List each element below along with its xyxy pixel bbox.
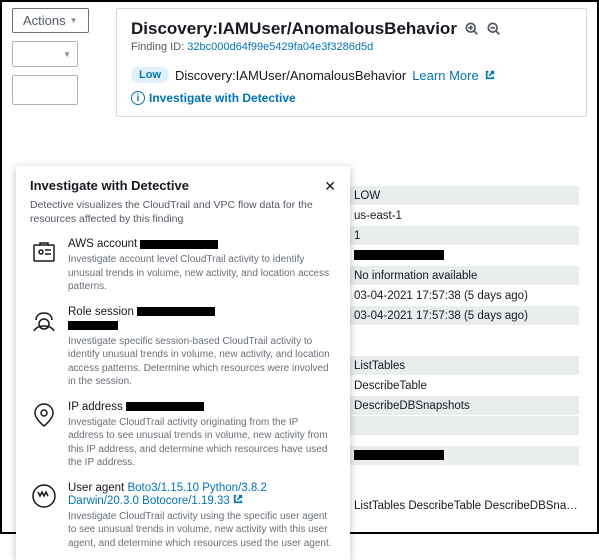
redacted-value <box>140 240 218 249</box>
popover-title: Investigate with Detective <box>30 178 189 193</box>
popover-item[interactable]: Role session Investigate specific sessio… <box>30 306 336 389</box>
finding-panel: Discovery:IAMUser/AnomalousBehavior Find… <box>116 8 587 117</box>
popover-item-icon <box>30 401 58 429</box>
filter-input[interactable] <box>12 75 78 105</box>
close-icon[interactable]: ✕ <box>324 178 336 195</box>
popover-item[interactable]: AWS account Investigate account level Cl… <box>30 238 336 294</box>
redacted-value <box>354 450 444 460</box>
detail-value: ListTables <box>350 360 579 372</box>
detail-value <box>350 450 579 462</box>
redacted-value <box>126 402 204 411</box>
popover-item[interactable]: User agent Boto3/1.15.10 Python/3.8.2 Da… <box>30 482 336 551</box>
finding-type-label: Discovery:IAMUser/AnomalousBehavior <box>175 68 406 83</box>
popover-item-icon <box>30 306 58 334</box>
chevron-down-icon: ▼ <box>63 50 71 59</box>
learn-more-link[interactable]: Learn More <box>412 68 478 83</box>
detail-value: LOW <box>350 190 579 202</box>
redacted-value <box>137 307 215 316</box>
popover-item-title: User agent Boto3/1.15.10 Python/3.8.2 Da… <box>68 482 336 507</box>
investigate-popover: Investigate with Detective ✕ Detective v… <box>16 166 350 560</box>
popover-item-desc: Investigate specific session-based Cloud… <box>68 335 336 389</box>
popover-item-desc: Investigate CloudTrail activity originat… <box>68 416 336 470</box>
actions-dropdown[interactable]: Actions ▼ <box>12 8 89 33</box>
detail-value: 03-04-2021 17:57:38 (5 days ago) <box>350 310 579 322</box>
redacted-value <box>68 321 118 330</box>
popover-item-title: Role session <box>68 306 336 332</box>
detail-value: us-east-1 <box>350 210 579 222</box>
popover-item-desc: Investigate CloudTrail activity using th… <box>68 510 336 551</box>
info-icon: i <box>131 91 145 105</box>
detail-value: 1 <box>350 230 579 242</box>
popover-item-icon <box>30 482 58 510</box>
detail-value: DescribeDBSnapshots <box>350 400 579 412</box>
page-selector[interactable]: ▼ <box>12 41 78 67</box>
detail-value: 03-04-2021 17:57:38 (5 days ago) <box>350 290 579 302</box>
redacted-value <box>354 250 444 260</box>
chevron-down-icon: ▼ <box>70 16 78 25</box>
zoom-in-icon[interactable] <box>465 22 479 36</box>
detail-value <box>350 250 579 262</box>
actions-label: Actions <box>23 13 66 28</box>
popover-item-desc: Investigate account level CloudTrail act… <box>68 253 336 294</box>
finding-id-link[interactable]: 32bc000d64f99e5429fa04e3f3286d5d <box>187 41 373 53</box>
investigate-link[interactable]: i Investigate with Detective <box>131 91 296 105</box>
finding-id-label: Finding ID: <box>131 41 184 53</box>
detail-value: No information available <box>350 270 579 282</box>
zoom-out-icon[interactable] <box>487 22 501 36</box>
finding-id-row: Finding ID: 32bc000d64f99e5429fa04e3f328… <box>131 41 572 53</box>
finding-title: Discovery:IAMUser/AnomalousBehavior <box>131 19 457 39</box>
external-link-icon <box>485 70 495 80</box>
popover-subtitle: Detective visualizes the CloudTrail and … <box>30 199 336 226</box>
external-link-icon <box>233 494 243 504</box>
detail-value: DescribeTable <box>350 380 579 392</box>
popover-item-title: AWS account <box>68 238 336 250</box>
popover-item[interactable]: IP address Investigate CloudTrail activi… <box>30 401 336 470</box>
popover-item-title: IP address <box>68 401 336 413</box>
popover-item-icon <box>30 238 58 266</box>
investigate-label: Investigate with Detective <box>149 91 296 105</box>
severity-badge: Low <box>131 67 169 83</box>
detail-value: ListTables DescribeTable DescribeDBSnaps… <box>350 500 579 512</box>
